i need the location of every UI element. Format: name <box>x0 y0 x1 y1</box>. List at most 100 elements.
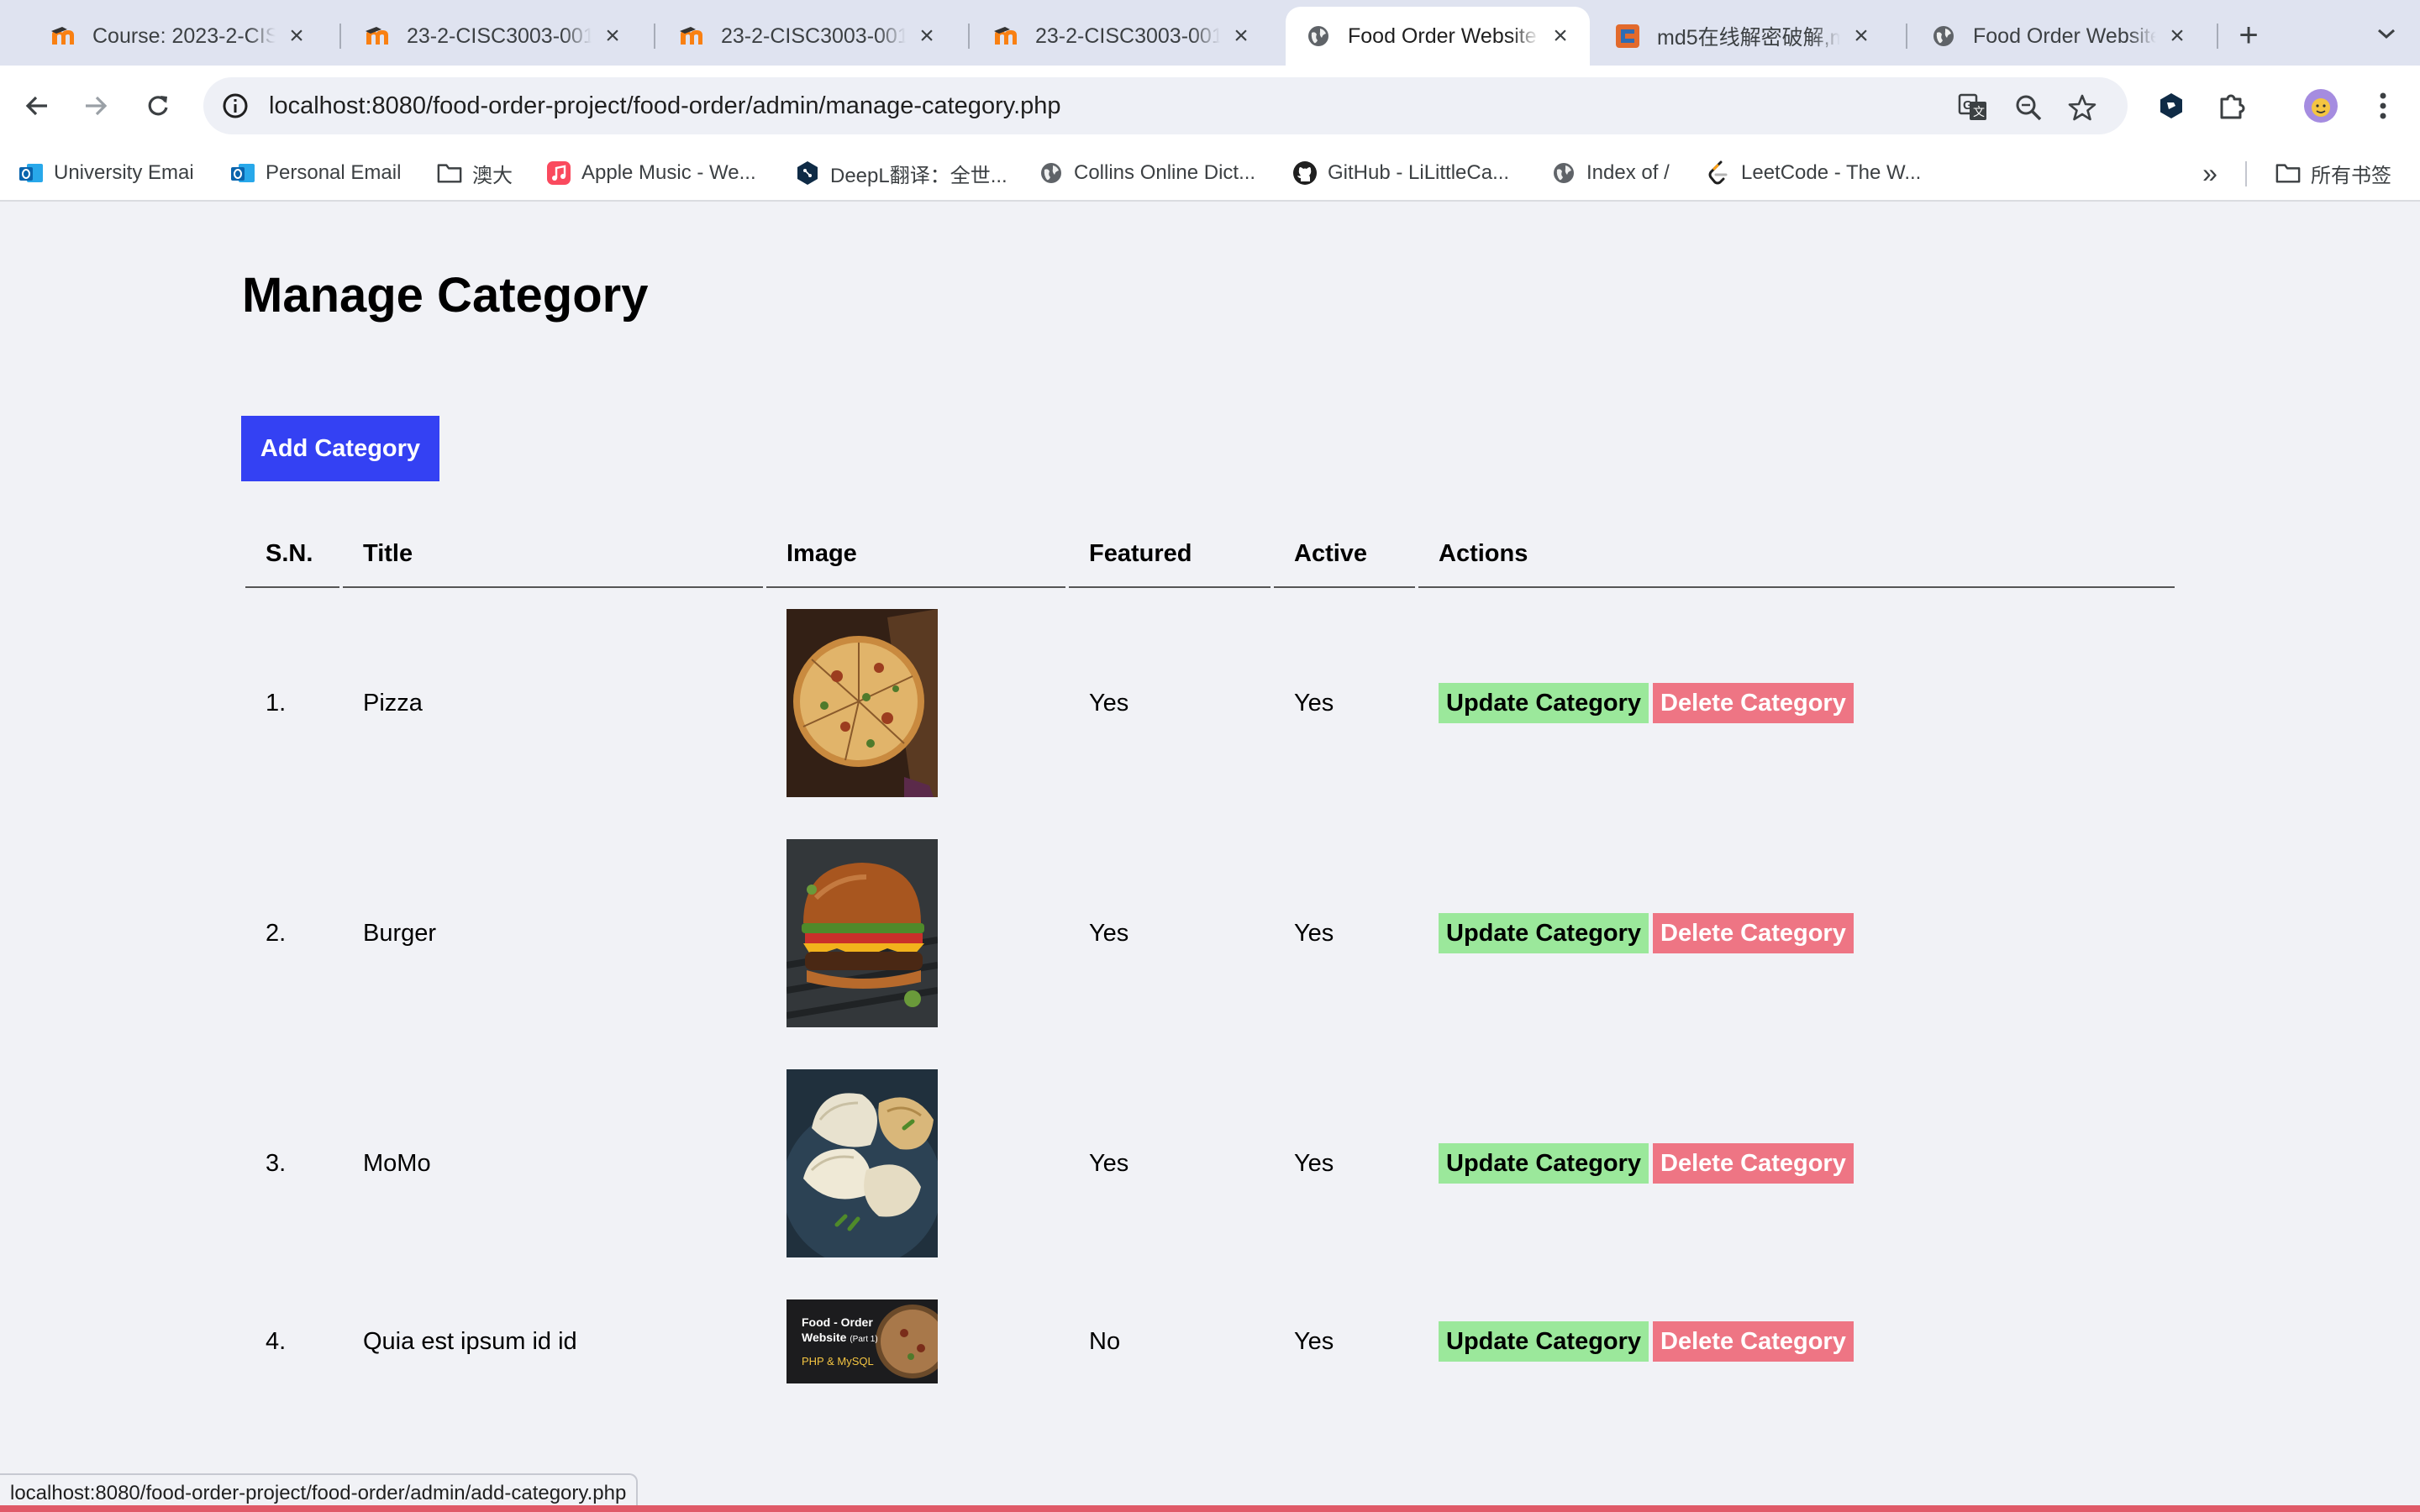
bookmark-label: GitHub - LiLittleCa... <box>1328 161 1510 184</box>
delete-category-button[interactable]: Delete Category <box>1653 913 1854 953</box>
translate-icon[interactable]: G文 <box>1956 91 1990 124</box>
close-icon[interactable]: × <box>284 22 309 50</box>
browser-toolbar: localhost:8080/food-order-project/food-o… <box>0 66 2420 146</box>
delete-category-button[interactable]: Delete Category <box>1653 683 1854 723</box>
delete-category-button[interactable]: Delete Category <box>1653 1143 1854 1184</box>
globe-icon <box>1039 160 1064 186</box>
folder-icon <box>2275 160 2301 186</box>
row-active: Yes <box>1294 689 1334 717</box>
profile-avatar-icon[interactable] <box>2302 87 2339 124</box>
row-active: Yes <box>1294 1327 1334 1355</box>
table-row: 2. Burger Yes Yes Update Category Delete… <box>245 818 2175 1048</box>
tab-md5[interactable]: md5在线解密破解,md5 × <box>1595 7 1891 66</box>
tab-course[interactable]: Course: 2023-2-CISC × <box>30 7 326 66</box>
tab-title: 23-2-CISC3003-001 <box>407 24 592 48</box>
row-featured: Yes <box>1089 1149 1129 1177</box>
tab-title: Food Order Website <box>1348 24 1537 48</box>
banner-line1: Food - Order <box>802 1315 873 1329</box>
globe-icon <box>1931 24 1956 49</box>
music-icon <box>546 160 571 186</box>
page-content: Manage Category Add Category S.N. Title … <box>0 202 2420 1512</box>
bookmark-deepl[interactable]: DeepL翻译：全世... <box>795 146 1007 200</box>
bookmark-github[interactable]: GitHub - LiLittleCa... <box>1292 146 1509 200</box>
tab-cisc3003-3[interactable]: 23-2-CISC3003-001 × <box>973 7 1270 66</box>
row-image-cell <box>766 1048 1065 1278</box>
forward-arrow-icon[interactable] <box>74 84 118 128</box>
tab-search-chevron-icon[interactable] <box>2368 15 2405 52</box>
bookmarks-separator <box>2245 161 2247 186</box>
bookmark-label: LeetCode - The W... <box>1741 161 1922 184</box>
update-category-button[interactable]: Update Category <box>1439 1143 1649 1184</box>
moodle-icon <box>679 24 704 49</box>
close-icon[interactable]: × <box>1548 22 1573 50</box>
row-active: Yes <box>1294 1149 1334 1177</box>
tab-cisc3003-1[interactable]: 23-2-CISC3003-001 × <box>345 7 642 66</box>
new-tab-plus-icon[interactable]: + <box>2230 17 2267 54</box>
update-category-button[interactable]: Update Category <box>1439 683 1649 723</box>
food-order-banner-image: Food - Order Website (Part 1) PHP & MySQ… <box>786 1299 938 1383</box>
bookmark-label: Apple Music - We... <box>581 161 756 184</box>
tab-cisc3003-2[interactable]: 23-2-CISC3003-001 × <box>659 7 956 66</box>
reload-icon[interactable] <box>136 84 180 128</box>
row-actions: Update Category Delete Category <box>1418 588 2175 818</box>
tab-separator <box>968 24 970 49</box>
bookmark-star-icon[interactable] <box>2065 91 2099 124</box>
bookmark-leetcode[interactable]: LeetCode - The W... <box>1706 146 1921 200</box>
row-active: Yes <box>1294 919 1334 947</box>
tab-title: 23-2-CISC3003-001 <box>721 24 906 48</box>
close-icon[interactable]: × <box>600 22 625 50</box>
bookmark-index-of[interactable]: Index of / <box>1551 146 1670 200</box>
bookmark-label: Personal Email <box>266 161 402 184</box>
bookmark-collins[interactable]: Collins Online Dict... <box>1039 146 1255 200</box>
close-icon[interactable]: × <box>914 22 939 50</box>
chevron-double-right-icon[interactable]: » <box>2193 156 2227 190</box>
row-image-cell <box>766 588 1065 818</box>
back-arrow-icon[interactable] <box>15 84 59 128</box>
update-category-button[interactable]: Update Category <box>1439 1321 1649 1362</box>
burger-image <box>786 839 938 1027</box>
column-header-sn: S.N. <box>245 521 339 588</box>
row-title: Pizza <box>363 689 423 717</box>
delete-category-button[interactable]: Delete Category <box>1653 1321 1854 1362</box>
tab-food-order-active[interactable]: Food Order Website × <box>1286 7 1590 66</box>
tab-title: 23-2-CISC3003-001 <box>1035 24 1220 48</box>
close-icon[interactable]: × <box>1228 22 1254 50</box>
outlook-icon <box>18 160 44 186</box>
row-sn: 2. <box>266 919 287 947</box>
bookmark-label: 澳大 <box>472 164 513 187</box>
close-icon[interactable]: × <box>1849 22 1874 50</box>
table-row: 3. MoMo Yes Yes Update Category Delete C… <box>245 1048 2175 1278</box>
row-actions: Update Category Delete Category <box>1418 1048 2175 1278</box>
moodle-icon <box>993 24 1018 49</box>
tab-separator <box>654 24 655 49</box>
row-actions: Update Category Delete Category <box>1418 818 2175 1048</box>
row-title: Quia est ipsum id id <box>363 1327 577 1355</box>
tab-strip: Course: 2023-2-CISC × 23-2-CISC3003-001 … <box>0 0 2420 66</box>
bookmarks-bar: University Emai Personal Email 澳大 Apple … <box>0 146 2420 202</box>
url-text: localhost:8080/food-order-project/food-o… <box>269 92 1061 119</box>
cmd5-icon <box>1615 24 1640 49</box>
add-category-button[interactable]: Add Category <box>241 416 439 481</box>
row-featured: Yes <box>1089 919 1129 947</box>
kebab-menu-icon[interactable] <box>2365 87 2402 124</box>
extension-hexagon-icon[interactable] <box>2153 87 2190 124</box>
address-bar[interactable]: localhost:8080/food-order-project/food-o… <box>203 77 2128 134</box>
row-sn: 1. <box>266 689 287 717</box>
bookmark-label: Collins Online Dict... <box>1074 161 1256 184</box>
banner-line2-suffix: (Part 1) <box>850 1335 878 1344</box>
bookmark-folder-umac[interactable]: 澳大 <box>437 146 513 200</box>
close-icon[interactable]: × <box>2165 22 2190 50</box>
extensions-puzzle-icon[interactable] <box>2213 87 2250 124</box>
moodle-icon <box>50 24 76 49</box>
all-bookmarks-folder[interactable]: 所有书签 <box>2275 146 2391 200</box>
site-info-icon[interactable] <box>220 91 250 121</box>
bookmark-personal-email[interactable]: Personal Email <box>230 146 401 200</box>
column-header-featured: Featured <box>1069 521 1270 588</box>
pizza-image <box>786 609 938 797</box>
bookmark-university-email[interactable]: University Emai <box>18 146 194 200</box>
tab-food-order-2[interactable]: Food Order Website × <box>1911 7 2207 66</box>
update-category-button[interactable]: Update Category <box>1439 913 1649 953</box>
row-image-cell: Food - Order Website (Part 1) PHP & MySQ… <box>766 1278 1065 1404</box>
zoom-icon[interactable] <box>2012 91 2045 124</box>
bookmark-apple-music[interactable]: Apple Music - We... <box>546 146 756 200</box>
